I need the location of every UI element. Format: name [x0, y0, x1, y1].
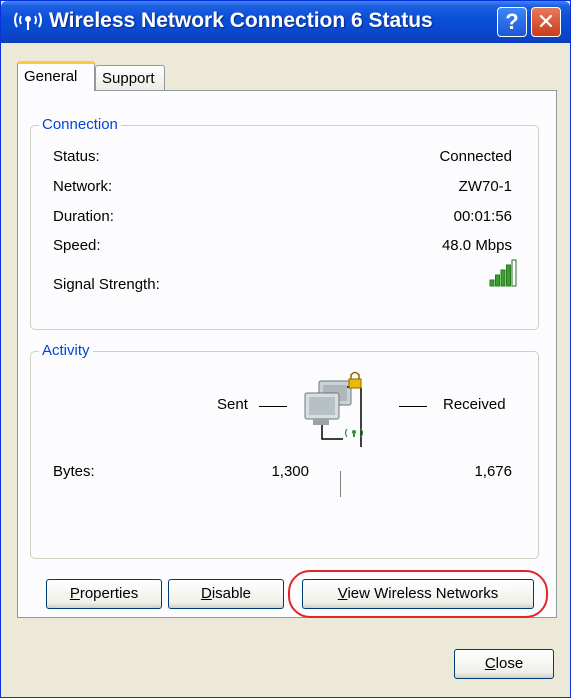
- activity-legend: Activity: [39, 342, 93, 359]
- highlight-ring: [288, 570, 548, 618]
- window-title: Wireless Network Connection 6 Status: [49, 9, 433, 32]
- signal-bar: [489, 279, 495, 287]
- status-dialog: Wireless Network Connection 6 Status ? ✕…: [0, 0, 571, 698]
- duration-label: Duration:: [53, 208, 114, 225]
- close-window-button[interactable]: ✕: [531, 7, 561, 37]
- wireless-icon: [14, 12, 42, 30]
- bytes-received-value: 1,676: [474, 463, 512, 480]
- signal-bar: [495, 274, 500, 287]
- connection-legend: Connection: [39, 116, 121, 133]
- speed-value: 48.0 Mbps: [441, 237, 512, 254]
- close-button[interactable]: Close: [454, 649, 554, 679]
- signal-strength-label: Signal Strength:: [53, 276, 160, 293]
- signal-strength-icon: [489, 259, 517, 287]
- tab-general[interactable]: General: [17, 61, 95, 91]
- duration-value: 00:01:56: [453, 208, 512, 225]
- signal-bar: [500, 269, 506, 287]
- status-label: Status:: [53, 148, 100, 165]
- network-computers-icon: [304, 371, 364, 447]
- disable-button[interactable]: Disable: [168, 579, 284, 609]
- help-button[interactable]: ?: [497, 7, 527, 37]
- bytes-sent-value: 1,300: [271, 463, 309, 480]
- sent-line: [259, 406, 287, 407]
- network-label: Network:: [53, 178, 113, 195]
- tab-support[interactable]: Support: [95, 65, 165, 91]
- network-value: ZW70-1: [458, 178, 512, 195]
- activity-group: Activity: [30, 342, 539, 559]
- bytes-divider: [340, 471, 341, 497]
- speed-label: Speed:: [53, 237, 101, 254]
- bytes-label: Bytes:: [53, 463, 95, 480]
- title-bar[interactable]: Wireless Network Connection 6 Status ? ✕: [1, 1, 570, 43]
- signal-bar: [506, 264, 511, 287]
- status-value: Connected: [439, 148, 512, 165]
- signal-bar: [511, 259, 517, 287]
- received-line: [399, 406, 427, 407]
- received-label: Received: [443, 396, 506, 413]
- sent-label: Sent: [217, 396, 248, 413]
- properties-button[interactable]: Properties: [46, 579, 162, 609]
